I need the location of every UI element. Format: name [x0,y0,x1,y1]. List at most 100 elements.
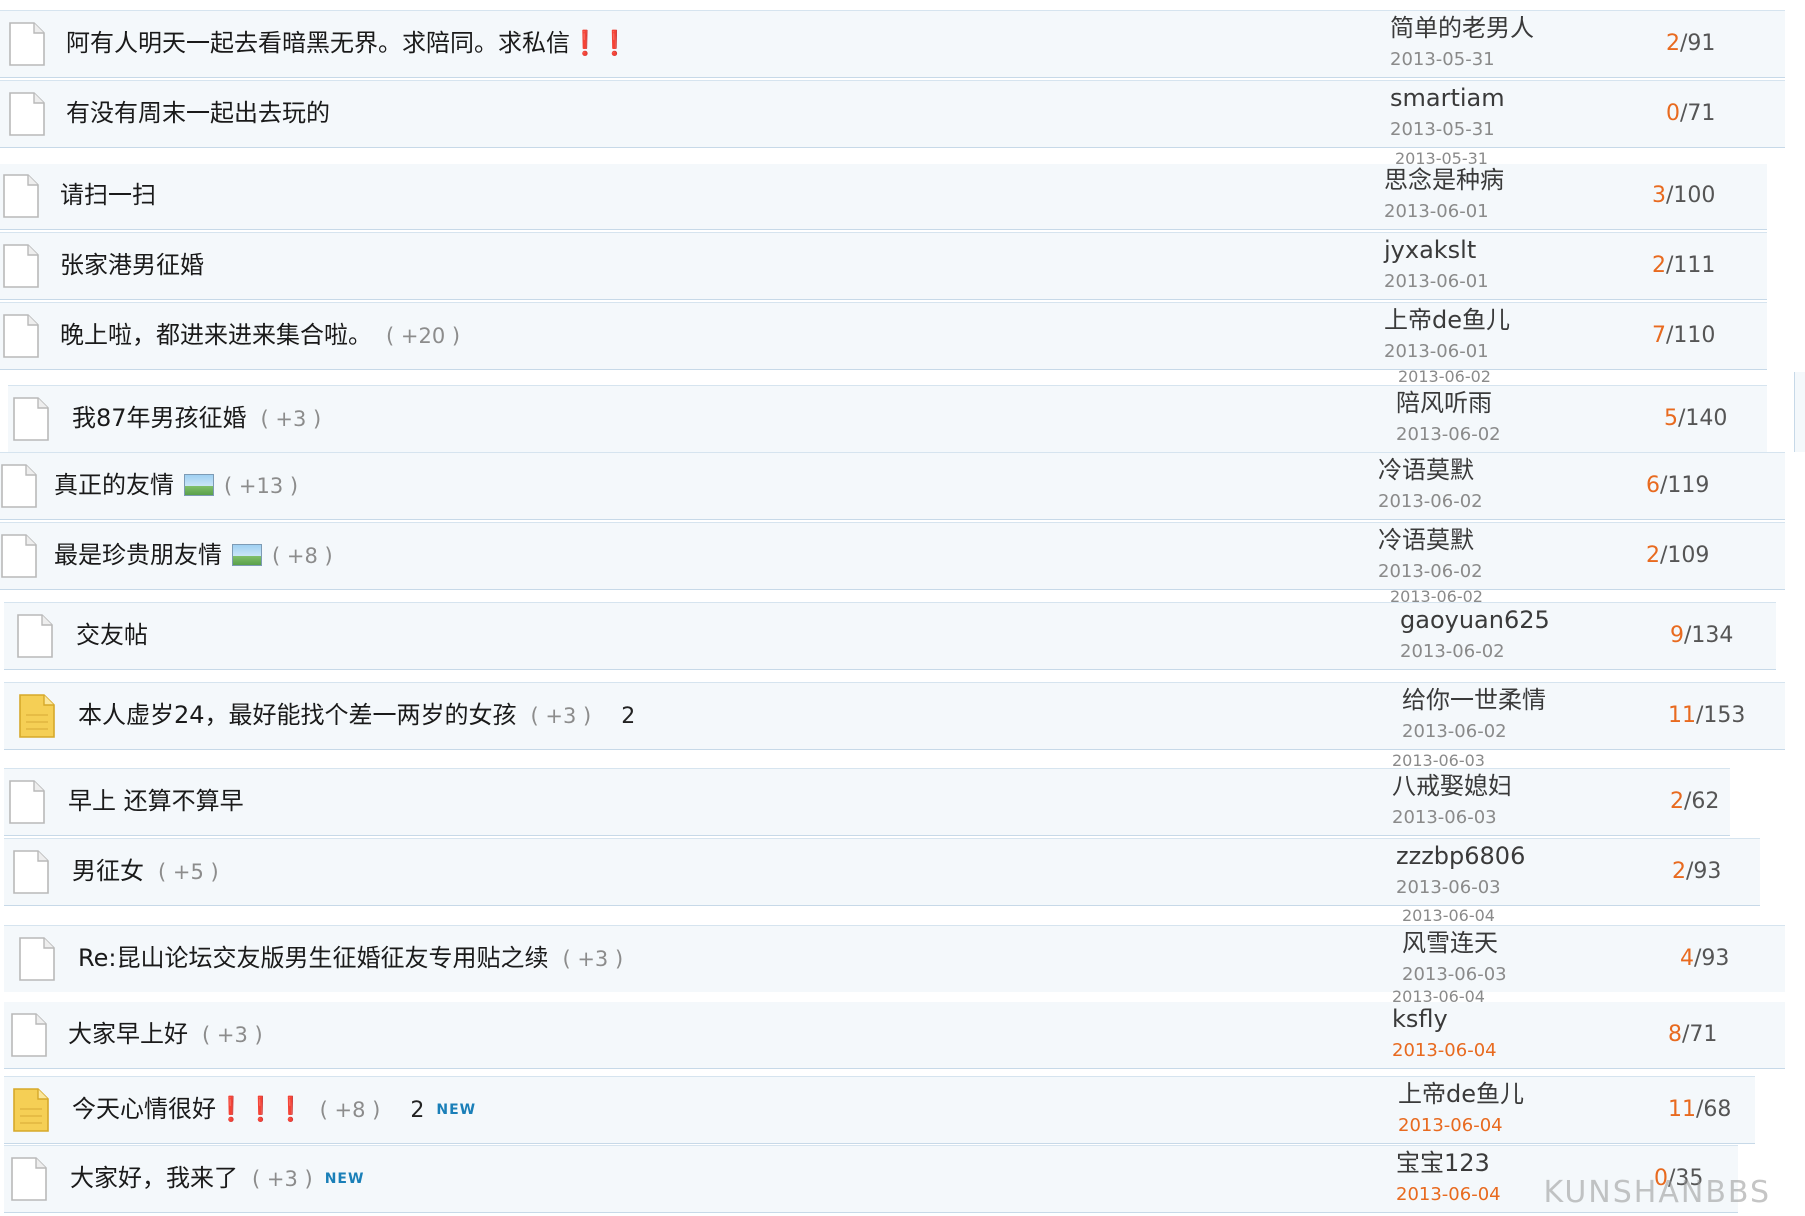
thread-row[interactable]: 我87年男孩征婚 ( +3 ) 陪风听雨 2013-06-02 5/140 [8,385,1767,453]
edge-strip [1794,372,1805,452]
reply-count: ( +8 ) [319,1098,381,1122]
page-link[interactable]: 2 [621,704,635,729]
author-link[interactable]: gaoyuan625 [1400,605,1550,635]
thread-row[interactable]: Re:昆山论坛交友版男生征婚征友专用贴之续 ( +3 ) 风雪连天 2013-06-0… [4,925,1785,993]
document-icon [2,313,40,359]
view-total: 93 [1693,859,1722,884]
hot-document-icon [18,693,56,739]
reply-view-stats: 2/62 [1670,787,1719,817]
reply-total: 2 [1670,789,1684,814]
thread-row[interactable]: 有没有周末一起出去玩的 smartiam 2013-05-31 0/71 [0,80,1785,148]
thread-row[interactable]: 请扫一扫 思念是种病 2013-06-01 3/100 [0,162,1767,230]
thread-title-link[interactable]: 大家早上好 [68,1020,188,1048]
author-link[interactable]: 思念是种病 [1384,165,1504,195]
reply-view-stats: 6/119 [1646,471,1709,501]
thread-title-link[interactable]: 大家好，我来了 [70,1164,238,1192]
clipped-date: 2013-06-04 [1402,909,1495,921]
reply-count: ( +5 ) [158,860,219,884]
document-icon [2,173,40,219]
document-icon [12,849,50,895]
author-link[interactable]: jyxakslt [1384,235,1476,265]
thread-row[interactable]: 晚上啦，都进来进来集合啦。 ( +20 ) 上帝de鱼儿 2013-06-01 7/11… [0,302,1767,370]
thread-title-link[interactable]: 阿有人明天一起去看暗黑无界。求陪同。求私信❗❗ [66,29,630,57]
thread-row[interactable]: 大家好，我来了( +3 ) NEW 宝宝123 2013-06-04 0/35 [4,1145,1738,1213]
seam-gap [0,992,1785,1002]
clipped-date: 2013-06-04 [1392,990,1485,1002]
author-link[interactable]: 八戒娶媳妇 [1392,771,1512,801]
author-link[interactable]: 宝宝123 [1396,1148,1490,1178]
thread-title-link[interactable]: 最是珍贵朋友情 [54,541,222,569]
post-date: 2013-06-02 [1378,491,1483,512]
post-date: 2013-06-01 [1384,341,1489,362]
view-total: 62 [1691,789,1720,814]
image-attachment-icon [232,544,262,566]
seam-gap [0,372,1790,382]
thread-row[interactable]: 最是珍贵朋友情 ( +8 ) 冷语莫默 2013-06-02 2/109 [0,522,1785,590]
thread-title-link[interactable]: 请扫一扫 [60,181,156,209]
author-link[interactable]: 给你一世柔情 [1402,685,1546,715]
post-date: 2013-06-01 [1384,271,1489,292]
post-date: 2013-05-31 [1390,49,1495,70]
post-date: 2013-06-01 [1384,201,1489,222]
post-date: 2013-06-03 [1396,877,1501,898]
author-link[interactable]: ksfly [1392,1004,1448,1034]
thread-title: 有没有周末一起出去玩的 [66,97,330,129]
seam-gap [0,154,1785,164]
view-total: 119 [1667,473,1710,498]
view-total: 134 [1691,623,1734,648]
thread-title-link[interactable]: 张家港男征婚 [60,251,204,279]
author-link[interactable]: smartiam [1390,83,1505,113]
author-link[interactable]: 上帝de鱼儿 [1398,1079,1524,1109]
post-date: 2013-06-04 [1396,1184,1501,1205]
author-link[interactable]: 上帝de鱼儿 [1384,305,1510,335]
view-total: 153 [1703,703,1746,728]
thread-title-link[interactable]: 我87年男孩征婚 [72,404,247,432]
thread-title: 请扫一扫 [60,179,156,211]
thread-title-link[interactable]: 本人虚岁24，最好能找个差一两岁的女孩 [78,701,517,729]
thread-row[interactable]: 张家港男征婚 jyxakslt 2013-06-01 2/111 [0,232,1767,300]
thread-title-link[interactable]: Re:昆山论坛交友版男生征婚征友专用贴之续 [78,944,548,972]
thread-title-link[interactable]: 今天心情很好❗❗❗ [72,1095,306,1123]
author-link[interactable]: 风雪连天 [1402,928,1498,958]
author-link[interactable]: 冷语莫默 [1378,455,1474,485]
thread-row[interactable]: 大家早上好 ( +3 ) ksfly 2013-06-04 8/71 [4,1001,1785,1069]
document-icon [8,91,46,137]
author-link[interactable]: 简单的老男人 [1390,13,1534,43]
thread-row[interactable]: 本人虚岁24，最好能找个差一两岁的女孩 ( +3 ) 2 给你一世柔情 2013-06-… [4,682,1785,750]
reply-total: 11 [1668,1097,1696,1122]
new-badge: NEW [324,1171,365,1187]
view-total: 71 [1689,1022,1718,1047]
reply-count: ( +20 ) [386,324,461,348]
reply-count: ( +3 ) [530,704,592,728]
thread-row[interactable]: 阿有人明天一起去看暗黑无界。求陪同。求私信❗❗ 简单的老男人 2013-05-31 2… [0,10,1785,78]
thread-row[interactable]: 男征女 ( +5 ) zzzbp6806 2013-06-03 2/93 [4,838,1760,906]
view-total: 91 [1687,31,1716,56]
thread-title-link[interactable]: 男征女 [72,857,144,885]
reply-view-stats: 5/140 [1664,404,1727,434]
thread-row[interactable]: 早上 还算不算早 八戒娶媳妇 2013-06-03 2/62 [4,768,1730,836]
document-icon [8,779,46,825]
reply-count: ( +3 ) [202,1023,263,1047]
document-icon [12,396,50,442]
clipped-date: 2013-05-31 [1395,152,1488,164]
author-link[interactable]: 陪风听雨 [1396,388,1492,418]
clipped-date: 2013-06-03 [1392,754,1485,766]
reply-total: 2 [1666,31,1680,56]
reply-count: ( +13 ) [224,474,299,498]
thread-title-link[interactable]: 交友帖 [76,621,148,649]
reply-total: 2 [1646,543,1660,568]
site-watermark: KUNSHANBBS [1543,1175,1771,1210]
author-link[interactable]: 冷语莫默 [1378,525,1474,555]
author-link[interactable]: zzzbp6806 [1396,841,1525,871]
thread-row[interactable]: 交友帖 gaoyuan625 2013-06-02 9/134 [4,602,1776,670]
thread-row[interactable]: 真正的友情 ( +13 ) 冷语莫默 2013-06-02 6/119 [0,452,1785,520]
view-total: 111 [1673,253,1716,278]
thread-title-link[interactable]: 晚上啦，都进来进来集合啦。 [60,321,372,349]
thread-row[interactable]: 今天心情很好❗❗❗ ( +8 ) 2 NEW 上帝de鱼儿 2013-06-04 11/68 [4,1076,1755,1144]
thread-title-link[interactable]: 有没有周末一起出去玩的 [66,99,330,127]
thread-title-link[interactable]: 早上 还算不算早 [68,787,244,815]
page-link[interactable]: 2 [410,1098,424,1123]
new-badge: NEW [436,1102,477,1118]
thread-title-link[interactable]: 真正的友情 [54,471,174,499]
reply-total: 6 [1646,473,1660,498]
